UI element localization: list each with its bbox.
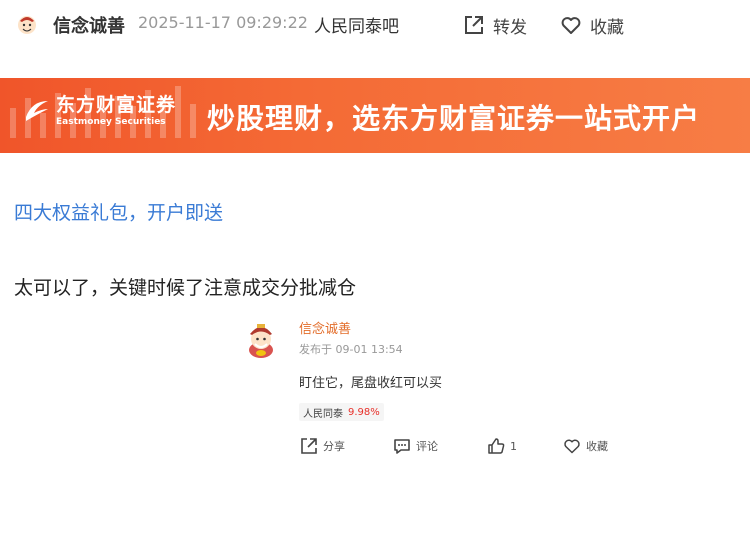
share-button[interactable]: 转发 — [463, 12, 527, 38]
favorite-label: 收藏 — [590, 17, 624, 38]
heart-icon — [564, 439, 580, 454]
quote-time: 发布于 09-01 13:54 — [299, 343, 403, 356]
logo-icon — [26, 101, 48, 121]
favorite-button[interactable]: 收藏 — [560, 12, 624, 38]
quote-text: 盯住它，尾盘收红可以买 — [299, 376, 443, 391]
quote-share-button[interactable]: 分享 — [300, 436, 345, 456]
post-time: 2025-11-17 09:29:22 — [138, 13, 308, 32]
thumbs-up-icon — [488, 438, 505, 454]
share-label: 转发 — [493, 17, 527, 38]
post-content: 太可以了，关键时候了注意成交分批减仓 — [14, 277, 357, 299]
promo-link[interactable]: 四大权益礼包，开户即送 — [14, 198, 223, 225]
banner-slogan: 炒股理财，选东方财富证券一站式开户 — [207, 102, 701, 135]
author-avatar[interactable] — [16, 13, 38, 35]
quote-author-avatar[interactable] — [245, 322, 277, 358]
quote-like-button[interactable]: 1 — [487, 436, 517, 456]
brand-name-en: Eastmoney Securities — [56, 117, 166, 127]
share-icon — [301, 438, 317, 454]
bar-name[interactable]: 人民同泰吧 — [314, 12, 399, 37]
quote-comment-button[interactable]: 评论 — [393, 436, 438, 456]
author-name[interactable]: 信念诚善 — [53, 12, 125, 38]
comment-icon — [394, 439, 410, 454]
ad-banner[interactable]: 东方财富证券 Eastmoney Securities 炒股理财，选东方财富证券… — [0, 78, 750, 153]
quote-favorite-label: 收藏 — [586, 440, 608, 453]
heart-icon — [561, 17, 581, 34]
quote-favorite-button[interactable]: 收藏 — [563, 436, 608, 456]
brand-logo: 东方财富证券 Eastmoney Securities — [22, 94, 176, 128]
post-header: 信念诚善 2025-11-17 09:29:22 人民同泰吧 转发 收藏 — [0, 0, 750, 50]
stock-tag[interactable]: 人民同泰 9.98% — [299, 403, 384, 421]
stock-name: 人民同泰 — [303, 408, 343, 420]
brand-name-cn: 东方财富证券 — [56, 94, 177, 116]
quote-comment-label: 评论 — [416, 440, 438, 453]
quote-share-label: 分享 — [323, 440, 345, 453]
quote-like-count: 1 — [510, 439, 517, 453]
stock-change: 9.98% — [348, 406, 380, 418]
share-icon — [465, 16, 483, 34]
quote-author-name[interactable]: 信念诚善 — [299, 318, 351, 337]
